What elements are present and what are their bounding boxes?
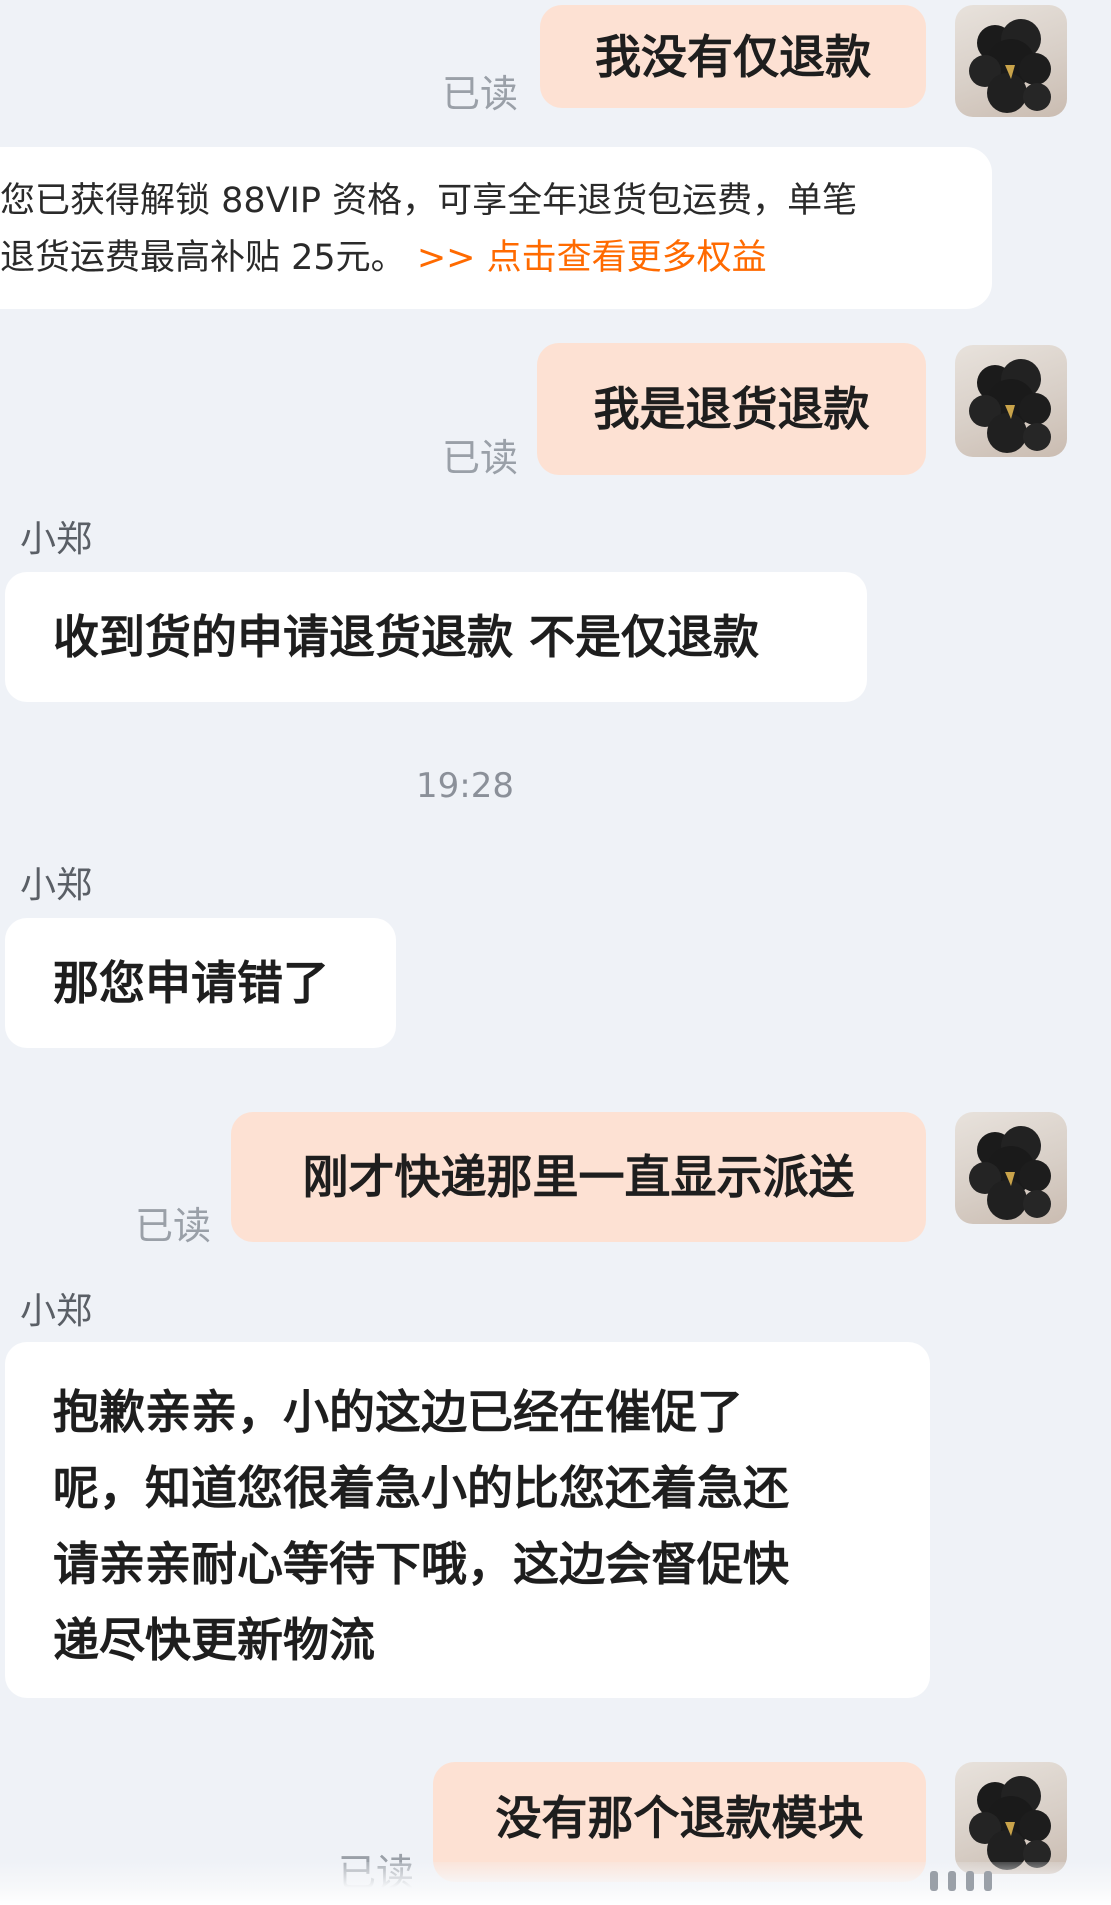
user-avatar[interactable]: [955, 1762, 1067, 1874]
promo-line-1: 您已获得解锁 88VIP 资格，可享全年退货包运费，单笔: [0, 181, 858, 221]
promo-line-2-text: 退货运费最高补贴 25元。: [0, 238, 406, 278]
read-status: 已读: [442, 72, 519, 116]
message-timestamp: 19:28: [416, 766, 514, 806]
message-text: 我没有仅退款: [595, 29, 871, 84]
user-avatar[interactable]: [955, 345, 1067, 457]
message-text-line: 呢，知道您很着急小的比您还着急还: [53, 1461, 789, 1515]
message-bubble-incoming[interactable]: 那您申请错了: [5, 918, 396, 1048]
promo-line-2: 退货运费最高补贴 25元。 >> 点击查看更多权益: [0, 230, 992, 287]
message-bubble-outgoing[interactable]: 刚才快递那里一直显示派送: [231, 1112, 926, 1242]
poodle-avatar-icon: [969, 1776, 1051, 1870]
sender-name: 小郑: [20, 865, 93, 906]
read-status: 已读: [442, 436, 519, 480]
message-bubble-outgoing[interactable]: 我没有仅退款: [540, 5, 926, 108]
sender-name: 小郑: [20, 519, 93, 560]
user-avatar[interactable]: [955, 1112, 1067, 1224]
message-text-line: 抱歉亲亲，小的这边已经在催促了: [53, 1385, 743, 1439]
poodle-avatar-icon: [969, 1126, 1051, 1220]
message-text-line: 请亲亲耐心等待下哦，这边会督促快: [53, 1537, 789, 1591]
message-text-line: 递尽快更新物流: [53, 1613, 375, 1667]
promo-card[interactable]: 您已获得解锁 88VIP 资格，可享全年退货包运费，单笔 退货运费最高补贴 25…: [0, 147, 992, 309]
sender-name: 小郑: [20, 1291, 93, 1332]
message-text: 刚才快递那里一直显示派送: [302, 1150, 855, 1204]
user-avatar[interactable]: [955, 5, 1067, 117]
poodle-avatar-icon: [969, 19, 1051, 113]
promo-more-benefits-link[interactable]: >> 点击查看更多权益: [417, 238, 767, 278]
poodle-avatar-icon: [969, 359, 1051, 453]
message-text: 我是退货退款: [593, 382, 870, 436]
message-bubble-incoming[interactable]: 抱歉亲亲，小的这边已经在催促了 呢，知道您很着急小的比您还着急还 请亲亲耐心等待…: [5, 1342, 930, 1698]
message-text: 收到货的申请退货退款 不是仅退款: [53, 610, 760, 664]
message-bubble-incoming[interactable]: 收到货的申请退货退款 不是仅退款: [5, 572, 867, 702]
read-status: 已读: [135, 1204, 212, 1248]
message-text: 那您申请错了: [53, 956, 329, 1010]
message-text: 没有那个退款模块: [495, 1791, 864, 1845]
message-bubble-outgoing[interactable]: 我是退货退款: [537, 343, 926, 475]
scroll-indicator-icon: [930, 1870, 1050, 1892]
